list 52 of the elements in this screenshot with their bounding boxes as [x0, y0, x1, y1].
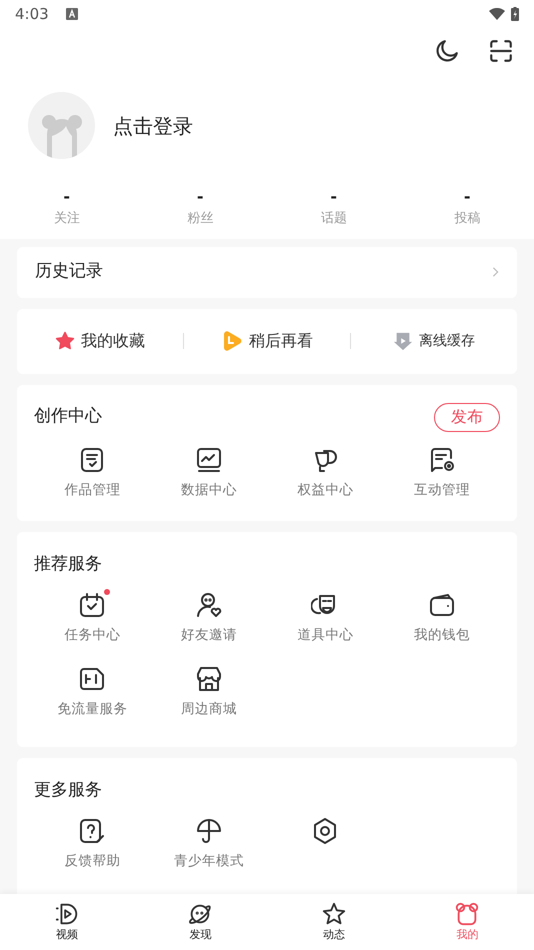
nav-tab[interactable]: 我的	[400, 894, 534, 950]
storefront-icon	[194, 665, 223, 694]
question-note-icon	[78, 817, 106, 845]
stat-value[interactable]: -	[63, 187, 70, 207]
service-label[interactable]: 周边商城	[180, 699, 237, 720]
nav-tab[interactable]: 动态	[267, 894, 400, 950]
section-title: 创作中心	[34, 405, 102, 428]
play-clock-icon	[221, 330, 243, 352]
section-title: 更多服务	[34, 780, 102, 800]
wallet-icon	[428, 591, 456, 619]
service-label[interactable]: 作品管理	[64, 480, 120, 500]
quick-link[interactable]: 我的收藏	[55, 329, 145, 353]
calendar-check-icon	[78, 591, 106, 619]
scan-icon[interactable]	[488, 38, 514, 64]
service-label[interactable]: 反馈帮助	[64, 851, 120, 872]
history-row[interactable]: 历史记录	[17, 246, 517, 298]
service-label[interactable]: 数据中心	[180, 480, 237, 500]
service-label[interactable]: 青少年模式	[174, 851, 244, 872]
service-label[interactable]: 好友邀请	[180, 625, 237, 646]
stat-value[interactable]: -	[196, 187, 204, 207]
service-label[interactable]: 免流量服务	[57, 699, 128, 720]
chevron-right-icon	[492, 266, 499, 278]
wifi-icon	[489, 8, 505, 20]
service-label[interactable]: 我的钱包	[414, 625, 470, 646]
chart-screen-icon	[194, 446, 223, 474]
quick-link[interactable]: 稍后再看	[221, 329, 313, 353]
publish-button[interactable]: 发布	[434, 402, 500, 432]
history-title: 历史记录	[35, 260, 103, 284]
status-time: 4:03	[15, 4, 49, 25]
login-link[interactable]: 点击登录	[113, 110, 193, 140]
stat-label[interactable]: 话题	[320, 209, 347, 228]
service-label[interactable]: 道具中心	[297, 625, 354, 646]
quick-link[interactable]: 离线缓存	[393, 330, 475, 352]
section-title: 推荐服务	[34, 554, 102, 574]
stat-value[interactable]: -	[330, 187, 338, 207]
stat-label[interactable]: 粉丝	[187, 209, 214, 228]
umbrella-icon	[194, 817, 223, 845]
keyboard-a-icon	[66, 8, 78, 20]
stat-value[interactable]: -	[464, 187, 471, 207]
moon-icon[interactable]	[434, 38, 460, 64]
star-icon	[55, 331, 75, 351]
nav-tab[interactable]: 视频	[0, 894, 134, 950]
person-heart-icon	[194, 591, 223, 619]
service-label[interactable]: 权益中心	[297, 480, 354, 500]
bear-head-icon	[454, 900, 480, 927]
download-icon	[393, 331, 413, 351]
service-label[interactable]: 互动管理	[414, 480, 470, 500]
battery-icon	[511, 7, 519, 21]
stat-label[interactable]: 关注	[54, 209, 80, 228]
service-label[interactable]: 任务中心	[64, 625, 120, 646]
stat-label[interactable]: 投稿	[454, 209, 480, 228]
nav-tab[interactable]: 发现	[134, 894, 267, 950]
